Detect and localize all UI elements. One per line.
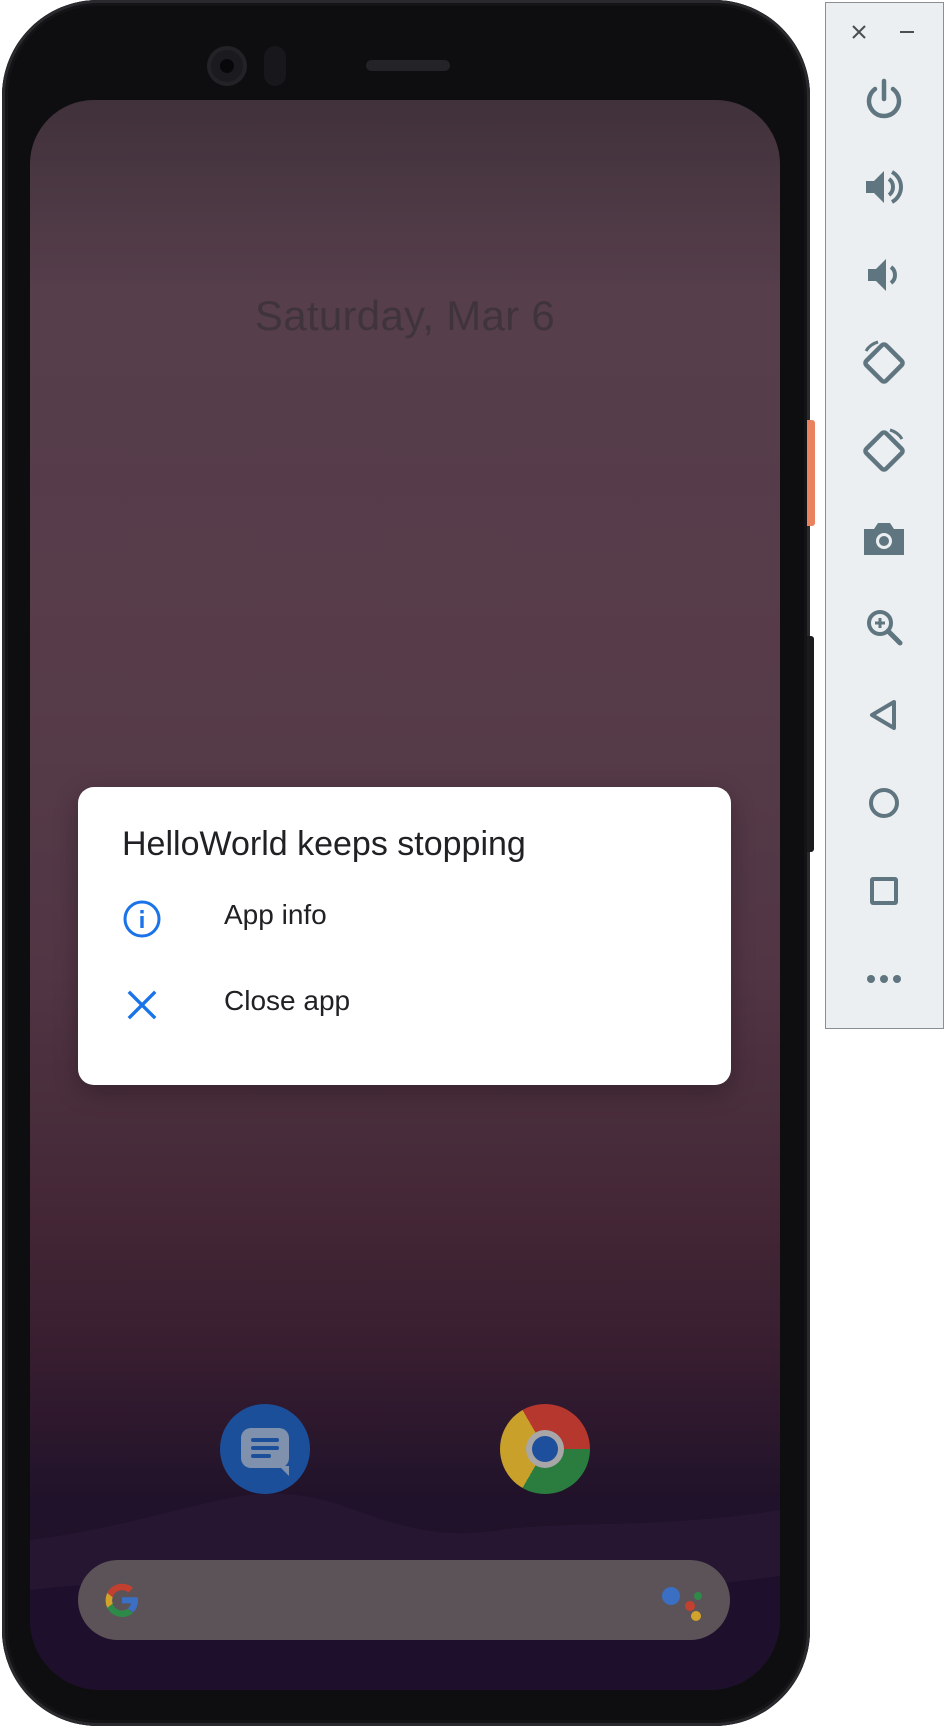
volume-up-icon xyxy=(866,170,903,204)
messages-app-icon[interactable] xyxy=(220,1404,310,1494)
lockscreen-date: Saturday, Mar 6 xyxy=(254,292,556,339)
close-window-icon[interactable] xyxy=(844,17,874,47)
back-button[interactable] xyxy=(854,685,914,745)
more-button[interactable] xyxy=(854,949,914,1009)
power-button[interactable] xyxy=(854,69,914,129)
info-icon xyxy=(123,900,161,938)
volume-up-button[interactable] xyxy=(854,157,914,217)
camera-icon xyxy=(864,523,904,555)
rotate-right-button[interactable] xyxy=(854,421,914,481)
home-button[interactable] xyxy=(854,773,914,833)
back-icon xyxy=(870,700,896,730)
overview-icon xyxy=(870,877,898,905)
volume-down-button[interactable] xyxy=(854,245,914,305)
google-g-icon xyxy=(105,1583,138,1617)
google-search-bar[interactable] xyxy=(78,1560,730,1640)
message-bubble-icon xyxy=(241,1428,289,1476)
dialog-title: HelloWorld keeps stopping xyxy=(122,825,526,863)
rotate-right-icon xyxy=(863,428,905,472)
power-side-button[interactable] xyxy=(807,420,815,526)
app-info-label: App info xyxy=(224,899,327,930)
rotate-left-icon xyxy=(863,340,905,384)
overview-button[interactable] xyxy=(854,861,914,921)
app-info-button[interactable]: App info xyxy=(78,877,731,963)
home-icon xyxy=(869,788,899,818)
close-icon xyxy=(127,990,157,1020)
minimize-window-icon[interactable] xyxy=(892,17,922,47)
volume-side-button[interactable] xyxy=(807,636,814,852)
more-icon xyxy=(867,975,901,983)
front-camera xyxy=(207,46,247,86)
close-app-label: Close app xyxy=(224,985,351,1016)
rotate-left-button[interactable] xyxy=(854,333,914,393)
emulator-toolbar xyxy=(825,2,944,1029)
power-icon xyxy=(866,78,902,119)
app-crash-dialog: HelloWorld keeps stopping App info Close… xyxy=(78,787,731,1085)
zoom-icon xyxy=(867,610,903,646)
earpiece-speaker xyxy=(366,60,450,71)
chrome-app-icon[interactable] xyxy=(500,1404,590,1494)
screenshot-button[interactable] xyxy=(854,509,914,569)
zoom-button[interactable] xyxy=(854,597,914,657)
google-assistant-icon[interactable] xyxy=(660,1580,706,1624)
close-app-button[interactable]: Close app xyxy=(78,963,731,1049)
volume-down-icon xyxy=(868,259,897,291)
proximity-sensor xyxy=(264,46,286,86)
